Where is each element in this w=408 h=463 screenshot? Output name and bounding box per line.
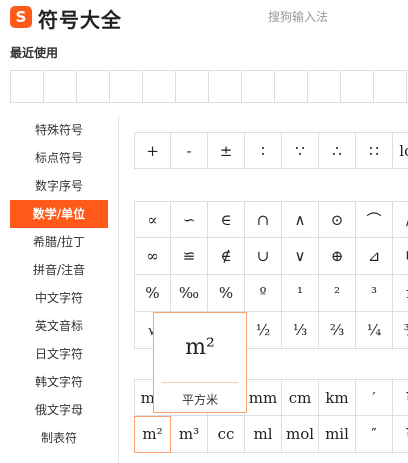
symbol-cell[interactable]: ¼ [356, 312, 393, 349]
symbol-cell[interactable]: ∴ [319, 132, 356, 169]
recent-symbol-slot[interactable] [341, 71, 374, 102]
symbol-cell[interactable]: ¥ [393, 416, 408, 453]
symbol-row: m²m³ccmlmolmil″¥ [134, 416, 408, 453]
symbol-cell[interactable]: mol [282, 416, 319, 453]
symbol-cell[interactable]: ∩ [245, 201, 282, 238]
recent-symbol-slot[interactable] [77, 71, 110, 102]
symbol-cell[interactable]: ∽ [171, 201, 208, 238]
sidebar-item-9[interactable]: 韩文字符 [0, 368, 118, 396]
symbol-cell[interactable]: % [208, 275, 245, 312]
sidebar-item-3[interactable]: 数学/单位 [10, 200, 108, 228]
recent-symbol-slot[interactable] [209, 71, 242, 102]
sidebar-divider [118, 116, 119, 463]
symbol-cell[interactable]: ∉ [208, 238, 245, 275]
recent-symbol-slot[interactable] [308, 71, 341, 102]
symbol-cell[interactable]: ½ [245, 312, 282, 349]
sidebar-item-0[interactable]: 特殊符号 [0, 116, 118, 144]
symbol-cell[interactable]: ml [245, 416, 282, 453]
recent-label: 最近使用 [10, 46, 59, 60]
symbol-cell[interactable]: ∶ [245, 132, 282, 169]
symbol-cell[interactable]: ² [319, 275, 356, 312]
symbol-cell[interactable]: ¥ [393, 379, 408, 416]
symbol-cell[interactable]: ⅓ [282, 312, 319, 349]
preview-divider [162, 382, 238, 383]
recent-symbol-slot[interactable] [110, 71, 143, 102]
symbol-cell[interactable]: m² [134, 416, 171, 453]
symbol-row: ∝∽∈∩∧⊙⌒// [134, 201, 408, 238]
sidebar-item-11[interactable]: 制表符 [0, 424, 118, 452]
sidebar-item-7[interactable]: 英文音标 [0, 312, 118, 340]
symbol-cell[interactable]: ⅔ [319, 312, 356, 349]
recent-symbol-slot[interactable] [242, 71, 275, 102]
recent-symbol-slot[interactable] [275, 71, 308, 102]
preview-symbol: m² [185, 335, 215, 360]
symbol-cell[interactable]: ± [208, 132, 245, 169]
symbol-cell[interactable]: cc [208, 416, 245, 453]
symbol-cell[interactable]: ⊙ [319, 201, 356, 238]
symbol-row: ∞≌∉∪∨⊕⊿∟ [134, 238, 408, 275]
symbol-cell[interactable]: ∨ [282, 238, 319, 275]
recent-symbols-row [10, 70, 408, 103]
app-title: 符号大全 [38, 8, 122, 32]
symbol-cell[interactable]: cm [282, 379, 319, 416]
symbol-row: %‰%º¹²³n [134, 275, 408, 312]
sidebar-item-6[interactable]: 中文字符 [0, 284, 118, 312]
preview-name: 平方米 [181, 393, 218, 407]
symbol-cell[interactable]: mm [245, 379, 282, 416]
brand-label: 搜狗输入法 [268, 10, 329, 24]
symbol-cell[interactable]: ¾ [393, 312, 408, 349]
symbol-cell[interactable]: ∟ [393, 238, 408, 275]
symbol-cell[interactable]: ¹ [282, 275, 319, 312]
recent-symbol-slot[interactable] [176, 71, 209, 102]
symbol-cell[interactable]: log [393, 132, 408, 169]
recent-symbol-slot[interactable] [143, 71, 176, 102]
sidebar-item-1[interactable]: 标点符号 [0, 144, 118, 172]
symbol-cell[interactable]: ∝ [134, 201, 171, 238]
symbol-cell[interactable]: mil [319, 416, 356, 453]
header: S 符号大全 搜狗输入法 [0, 0, 408, 36]
symbol-cell[interactable]: km [319, 379, 356, 416]
symbol-cell[interactable]: ∷ [356, 132, 393, 169]
category-sidebar: 特殊符号 标点符号 数字序号 数学/单位 希腊/拉丁 拼音/注音 中文字符 英文音标 日文字符韩… [0, 116, 118, 463]
symbol-row: +-±∶∵∴∷log [134, 132, 408, 169]
symbol-cell[interactable]: ″ [356, 416, 393, 453]
sidebar-item-5[interactable]: 拼音/注音 [0, 256, 118, 284]
symbol-cell[interactable]: // [393, 201, 408, 238]
symbol-cell[interactable]: + [134, 132, 171, 169]
recent-symbol-slot[interactable] [374, 71, 407, 102]
sidebar-item-10[interactable]: 俄文字母 [0, 396, 118, 424]
sidebar-item-2[interactable]: 数字序号 [0, 172, 118, 200]
symbol-cell[interactable]: ∪ [245, 238, 282, 275]
symbol-preview-popup: m² 平方米 [153, 312, 247, 413]
symbol-cell[interactable]: % [134, 275, 171, 312]
symbol-cell[interactable]: ∵ [282, 132, 319, 169]
symbol-cell[interactable]: n [393, 275, 408, 312]
symbol-cell[interactable]: ³ [356, 275, 393, 312]
sidebar-item-4[interactable]: 希腊/拉丁 [0, 228, 118, 256]
symbol-cell[interactable]: - [171, 132, 208, 169]
symbol-cell[interactable]: ⊿ [356, 238, 393, 275]
sogou-logo-icon: S [10, 6, 32, 28]
recent-symbol-slot[interactable] [44, 71, 77, 102]
symbol-cell[interactable]: ⌒ [356, 201, 393, 238]
symbol-cell[interactable]: ⊕ [319, 238, 356, 275]
symbol-cell[interactable]: m³ [171, 416, 208, 453]
symbol-cell[interactable]: ∈ [208, 201, 245, 238]
recent-symbol-slot[interactable] [11, 71, 44, 102]
symbol-cell[interactable]: º [245, 275, 282, 312]
symbol-cell[interactable]: ∞ [134, 238, 171, 275]
sidebar-item-8[interactable]: 日文字符 [0, 340, 118, 368]
symbol-cell[interactable]: ∧ [282, 201, 319, 238]
symbol-grid-top: +-±∶∵∴∷log [134, 132, 408, 169]
symbol-cell[interactable]: ≌ [171, 238, 208, 275]
symbol-cell[interactable]: ‰ [171, 275, 208, 312]
symbol-cell[interactable]: ′ [356, 379, 393, 416]
